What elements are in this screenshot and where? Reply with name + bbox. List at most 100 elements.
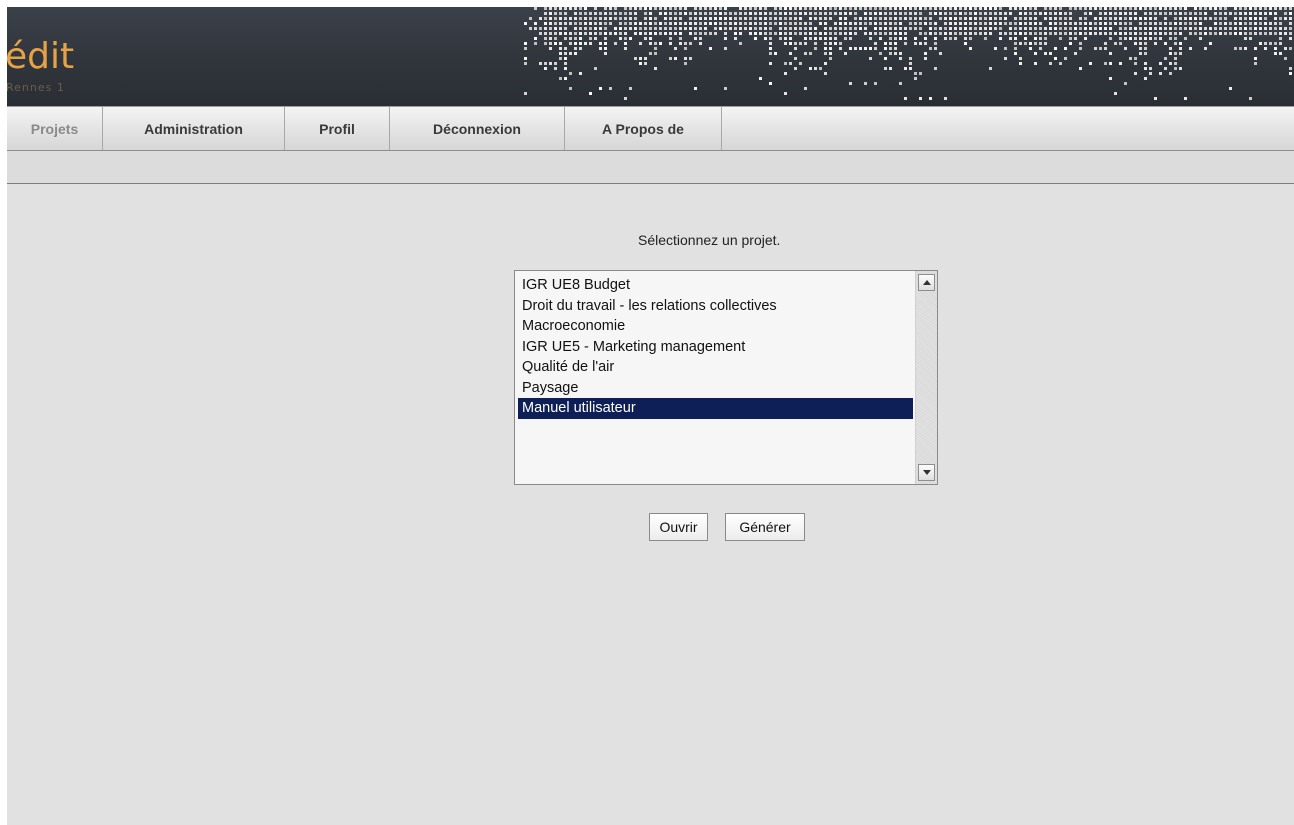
nav-item-a-propos[interactable]: A Propos de xyxy=(565,107,722,150)
pixel-dot xyxy=(669,22,672,25)
pixel-dot xyxy=(924,37,927,40)
pixel-dot xyxy=(609,7,612,10)
pixel-dot xyxy=(694,22,697,25)
pixel-dot xyxy=(1229,87,1232,90)
pixel-dot xyxy=(989,17,992,20)
pixel-dot xyxy=(909,67,912,70)
pixel-dot xyxy=(539,32,542,35)
pixel-dot xyxy=(1149,27,1152,30)
pixel-dot xyxy=(924,7,927,10)
pixel-dot xyxy=(1279,22,1282,25)
list-item[interactable]: Macroeconomie xyxy=(518,316,913,337)
pixel-dot xyxy=(624,37,627,40)
pixel-dot xyxy=(1209,7,1212,10)
pixel-dot xyxy=(1074,27,1077,30)
pixel-dot xyxy=(584,42,587,45)
pixel-dot xyxy=(1054,7,1057,10)
pixel-dot xyxy=(624,17,627,20)
pixel-dot xyxy=(799,42,802,45)
pixel-dot xyxy=(604,27,607,30)
list-item[interactable]: Paysage xyxy=(518,378,913,399)
nav-item-projets[interactable]: Projets xyxy=(7,107,103,150)
pixel-dot xyxy=(1194,32,1197,35)
pixel-dot xyxy=(939,17,942,20)
pixel-dot xyxy=(1184,97,1187,100)
nav-item-deconnexion[interactable]: Déconnexion xyxy=(390,107,565,150)
pixel-dot xyxy=(649,27,652,30)
pixel-dot xyxy=(844,32,847,35)
pixel-dot xyxy=(1139,17,1142,20)
list-item[interactable]: Droit du travail - les relations collect… xyxy=(518,296,913,317)
list-item[interactable]: Qualité de l'air xyxy=(518,357,913,378)
pixel-dot xyxy=(969,32,972,35)
pixel-dot xyxy=(784,12,787,15)
pixel-dot xyxy=(594,27,597,30)
pixel-dot xyxy=(1154,32,1157,35)
pixel-dot xyxy=(974,7,977,10)
pixel-dot xyxy=(1054,27,1057,30)
list-item[interactable]: Manuel utilisateur xyxy=(518,398,913,419)
pixel-dot xyxy=(674,32,677,35)
pixel-dot xyxy=(824,32,827,35)
pixel-dot xyxy=(764,7,767,10)
pixel-dot xyxy=(559,32,562,35)
pixel-dot xyxy=(944,22,947,25)
nav-item-administration[interactable]: Administration xyxy=(103,107,285,150)
pixel-dot xyxy=(654,17,657,20)
pixel-dot xyxy=(729,17,732,20)
pixel-dot xyxy=(894,52,897,55)
pixel-dot xyxy=(1224,27,1227,30)
pixel-dot xyxy=(604,22,607,25)
pixel-dot xyxy=(999,32,1002,35)
pixel-dot xyxy=(1254,17,1257,20)
pixel-dot xyxy=(1139,47,1142,50)
pixel-dot xyxy=(1039,12,1042,15)
list-item[interactable]: IGR UE5 - Marketing management xyxy=(518,337,913,358)
project-listbox[interactable]: IGR UE8 Budget Droit du travail - les rel… xyxy=(514,270,938,485)
pixel-dot xyxy=(1139,37,1142,40)
pixel-dot xyxy=(934,27,937,30)
header-banner: édit Rennes 1 xyxy=(7,7,1294,106)
pixel-dot xyxy=(1109,17,1112,20)
pixel-dot xyxy=(624,47,627,50)
pixel-dot xyxy=(879,12,882,15)
pixel-dot xyxy=(849,22,852,25)
pixel-dot xyxy=(789,7,792,10)
pixel-dot xyxy=(769,62,772,65)
scroll-down-arrow-icon[interactable] xyxy=(918,464,935,481)
pixel-dot xyxy=(879,37,882,40)
listbox-scrollbar[interactable] xyxy=(915,271,937,484)
pixel-dot xyxy=(1164,22,1167,25)
scroll-up-arrow-icon[interactable] xyxy=(918,274,935,291)
pixel-dot xyxy=(1029,12,1032,15)
pixel-dot xyxy=(1214,22,1217,25)
list-item[interactable]: IGR UE8 Budget xyxy=(518,275,913,296)
pixel-dot xyxy=(1254,27,1257,30)
pixel-dot xyxy=(1169,37,1172,40)
pixel-dot xyxy=(604,37,607,40)
pixel-dot xyxy=(1139,32,1142,35)
pixel-dot xyxy=(924,32,927,35)
pixel-dot xyxy=(1259,42,1262,45)
pixel-dot xyxy=(1034,17,1037,20)
pixel-dot xyxy=(629,22,632,25)
pixel-dot xyxy=(1149,17,1152,20)
nav-item-profil[interactable]: Profil xyxy=(285,107,390,150)
pixel-dot xyxy=(864,22,867,25)
pixel-dot xyxy=(644,22,647,25)
pixel-dot xyxy=(899,7,902,10)
generate-button[interactable]: Générer xyxy=(725,513,805,541)
pixel-dot xyxy=(1069,27,1072,30)
pixel-dot xyxy=(1104,22,1107,25)
pixel-dot xyxy=(849,47,852,50)
pixel-dot xyxy=(1164,27,1167,30)
pixel-dot xyxy=(579,42,582,45)
pixel-dot xyxy=(899,37,902,40)
open-button[interactable]: Ouvrir xyxy=(649,513,708,541)
pixel-dot xyxy=(564,57,567,60)
pixel-dot xyxy=(1129,37,1132,40)
pixel-dot xyxy=(1204,27,1207,30)
pixel-dot xyxy=(579,27,582,30)
pixel-dot xyxy=(554,17,557,20)
pixel-dot xyxy=(644,37,647,40)
